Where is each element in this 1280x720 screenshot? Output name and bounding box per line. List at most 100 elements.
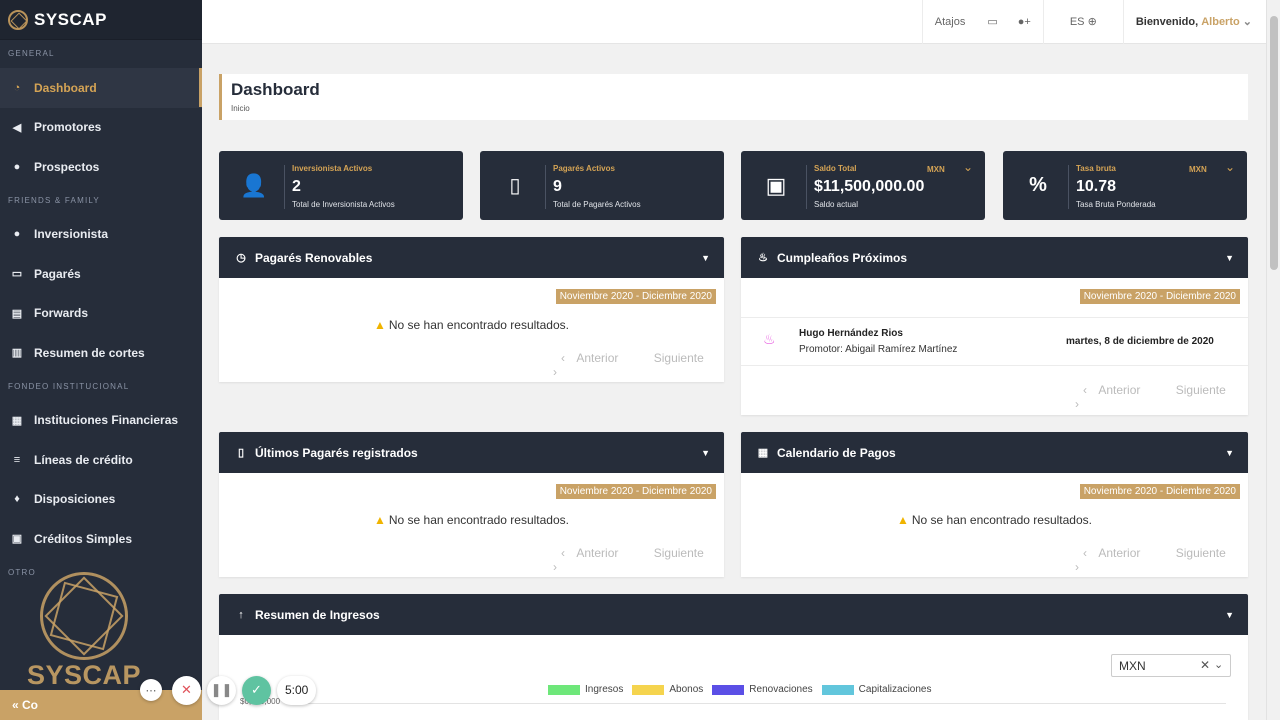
- add-user-button[interactable]: ●+: [1008, 0, 1043, 44]
- money-icon: ▣: [11, 533, 23, 546]
- brand[interactable]: SYSCAP: [0, 0, 202, 40]
- chevron-down-icon[interactable]: ▼: [1225, 610, 1234, 620]
- syscap-logo-icon: [8, 9, 28, 30]
- shortcuts-button[interactable]: Atajos: [921, 0, 978, 44]
- chevron-down-icon[interactable]: ▼: [701, 448, 710, 458]
- user-check-icon: 👤: [240, 172, 268, 198]
- stat-value: 9: [553, 178, 562, 195]
- currency-select-value: MXN: [1119, 659, 1146, 673]
- panel-resumen-ingresos: ↑ Resumen de Ingresos ▼: [219, 594, 1248, 720]
- stat-card-inversionistas: 👤 Inversionista Activos 2 Total de Inver…: [219, 151, 463, 220]
- sidebar-item-dashboard[interactable]: ◔ Dashboard: [0, 68, 202, 108]
- chevron-down-icon: ⌄: [1242, 16, 1252, 28]
- date-range-badge: Noviembre 2020 - Diciembre 2020: [555, 484, 716, 499]
- birthday-cake-icon: ♨: [758, 252, 768, 264]
- legend-item-capitalizaciones[interactable]: Capitalizaciones: [821, 684, 931, 695]
- panel-header[interactable]: ◷ Pagarés Renovables ▼: [219, 237, 724, 278]
- sidebar-item-label: Promotores: [34, 120, 102, 135]
- prev-button[interactable]: ‹ Anterior: [561, 351, 626, 365]
- warning-icon: ▲: [896, 513, 909, 527]
- stat-card-pagares: ▯ Pagarés Activos 9 Total de Pagarés Act…: [480, 151, 724, 220]
- stat-value: $11,500,000.00: [814, 178, 925, 195]
- date-range-badge: Noviembre 2020 - Diciembre 2020: [555, 289, 716, 304]
- stat-subtitle: Total de Pagarés Activos: [553, 200, 641, 209]
- sidebar-item-disposiciones[interactable]: ♦ Disposiciones: [0, 480, 202, 520]
- prev-label: Anterior: [576, 546, 619, 560]
- sidebar-item-pagares[interactable]: ▭ Pagarés: [0, 254, 202, 294]
- date-range-badge: Noviembre 2020 - Diciembre 2020: [1079, 484, 1240, 499]
- sidebar: SYSCAP GENERAL ◔ Dashboard ◀ Promotores …: [0, 0, 202, 720]
- list-item[interactable]: ♨ Hugo Hernández Rios Promotor: Abigail …: [741, 317, 1248, 366]
- section-friends-family: FRIENDS & FAMILY: [8, 195, 100, 205]
- pause-recording-button[interactable]: ❚❚: [207, 675, 236, 705]
- stat-label: Pagarés Activos: [553, 164, 615, 173]
- sidebar-item-creditos-simples[interactable]: ▣ Créditos Simples: [0, 519, 202, 559]
- legend-swatch: [712, 684, 745, 695]
- sidebar-item-lineas-credito[interactable]: ≡ Líneas de crédito: [0, 440, 202, 480]
- birthday-name: Hugo Hernández Rios: [799, 328, 903, 339]
- legend-item-abonos[interactable]: Abonos: [632, 684, 703, 695]
- sidebar-item-instituciones[interactable]: ▦ Instituciones Financieras: [0, 401, 202, 441]
- birthday-cake-icon: ♨: [763, 331, 776, 347]
- page-scrollbar[interactable]: [1266, 0, 1280, 720]
- user-plus-icon: ●+: [1017, 15, 1031, 28]
- check-icon: ✓: [251, 682, 262, 697]
- shortcuts-label: Atajos: [934, 15, 966, 28]
- hand-coin-icon: ♦: [14, 493, 20, 506]
- clock-icon: ◷: [236, 252, 246, 264]
- pagination: ‹ Anterior Siguiente ›: [1075, 383, 1248, 411]
- legend-swatch: [548, 684, 580, 695]
- sidebar-item-label: Forwards: [34, 306, 89, 321]
- birthday-date: martes, 8 de diciembre de 2020: [1066, 336, 1214, 347]
- panel-header[interactable]: ▯ Últimos Pagarés registrados ▼: [219, 432, 724, 473]
- next-label: Siguiente: [653, 351, 704, 365]
- cancel-recording-button[interactable]: ✕: [172, 675, 201, 705]
- legend-label: Renovaciones: [749, 684, 813, 695]
- sidebar-item-resumen-cortes[interactable]: ▥ Resumen de cortes: [0, 333, 202, 373]
- breadcrumb[interactable]: Inicio: [231, 104, 1239, 113]
- sidebar-item-prospectos[interactable]: ● Prospectos: [0, 147, 202, 187]
- chevron-down-icon[interactable]: ⌄: [1214, 658, 1223, 671]
- chevron-down-icon[interactable]: ⌄: [1225, 160, 1235, 174]
- watermark-shape: [44, 576, 124, 656]
- chevron-down-icon[interactable]: ▼: [701, 253, 710, 263]
- sidebar-item-promotores[interactable]: ◀ Promotores: [0, 108, 202, 148]
- sidebar-item-inversionista[interactable]: ● Inversionista: [0, 215, 202, 255]
- syscap-watermark: SYSCAP: [26, 570, 142, 710]
- sidebar-item-forwards[interactable]: ▤ Forwards: [0, 294, 202, 334]
- prev-label: Anterior: [1098, 383, 1141, 397]
- legend-item-ingresos[interactable]: Ingresos: [548, 684, 623, 695]
- scrollbar-thumb[interactable]: [1270, 16, 1278, 270]
- panel-header[interactable]: ↑ Resumen de Ingresos ▼: [219, 594, 1248, 635]
- users-icon: ●: [13, 160, 21, 173]
- stat-label: Saldo Total: [814, 164, 857, 173]
- cash-icon-button[interactable]: ▭: [977, 0, 1007, 44]
- prev-button[interactable]: ‹ Anterior: [561, 546, 626, 560]
- user-menu[interactable]: Bienvenido, Alberto ⌄: [1122, 0, 1266, 44]
- more-options-button[interactable]: ⋯: [140, 679, 162, 701]
- chevron-down-icon[interactable]: ▼: [1225, 448, 1234, 458]
- prev-button[interactable]: ‹ Anterior: [1083, 383, 1148, 397]
- chevron-down-icon[interactable]: ⌄: [963, 160, 973, 174]
- clear-icon[interactable]: ✕: [1200, 658, 1210, 672]
- divider: [806, 165, 807, 209]
- bullhorn-icon: ◀: [12, 121, 22, 134]
- pagination: ‹ Anterior Siguiente ›: [1075, 546, 1248, 574]
- legend-item-renovaciones[interactable]: Renovaciones: [712, 684, 813, 695]
- language-selector[interactable]: ES ⊕: [1042, 0, 1123, 44]
- chart-gridline: [296, 703, 1226, 704]
- money-bill-icon: ▭: [987, 16, 998, 28]
- prev-button[interactable]: ‹ Anterior: [1083, 546, 1148, 560]
- stat-subtitle: Saldo actual: [814, 200, 859, 209]
- brand-name: SYSCAP: [34, 9, 107, 29]
- currency-select[interactable]: MXN ✕ ⌄: [1111, 654, 1231, 677]
- panel-title: Resumen de Ingresos: [255, 607, 380, 622]
- chevron-down-icon[interactable]: ▼: [1225, 253, 1234, 263]
- pagination: ‹ Anterior Siguiente ›: [553, 546, 724, 574]
- sidebar-item-label: Líneas de crédito: [34, 452, 133, 467]
- finish-recording-button[interactable]: ✓: [242, 675, 271, 705]
- panel-header[interactable]: ♨ Cumpleaños Próximos ▼: [741, 237, 1248, 278]
- panel-calendario-pagos: ▦ Calendario de Pagos ▼ Noviembre 2020 -…: [741, 432, 1248, 577]
- panel-header[interactable]: ▦ Calendario de Pagos ▼: [741, 432, 1248, 473]
- prev-label: Anterior: [1098, 546, 1141, 560]
